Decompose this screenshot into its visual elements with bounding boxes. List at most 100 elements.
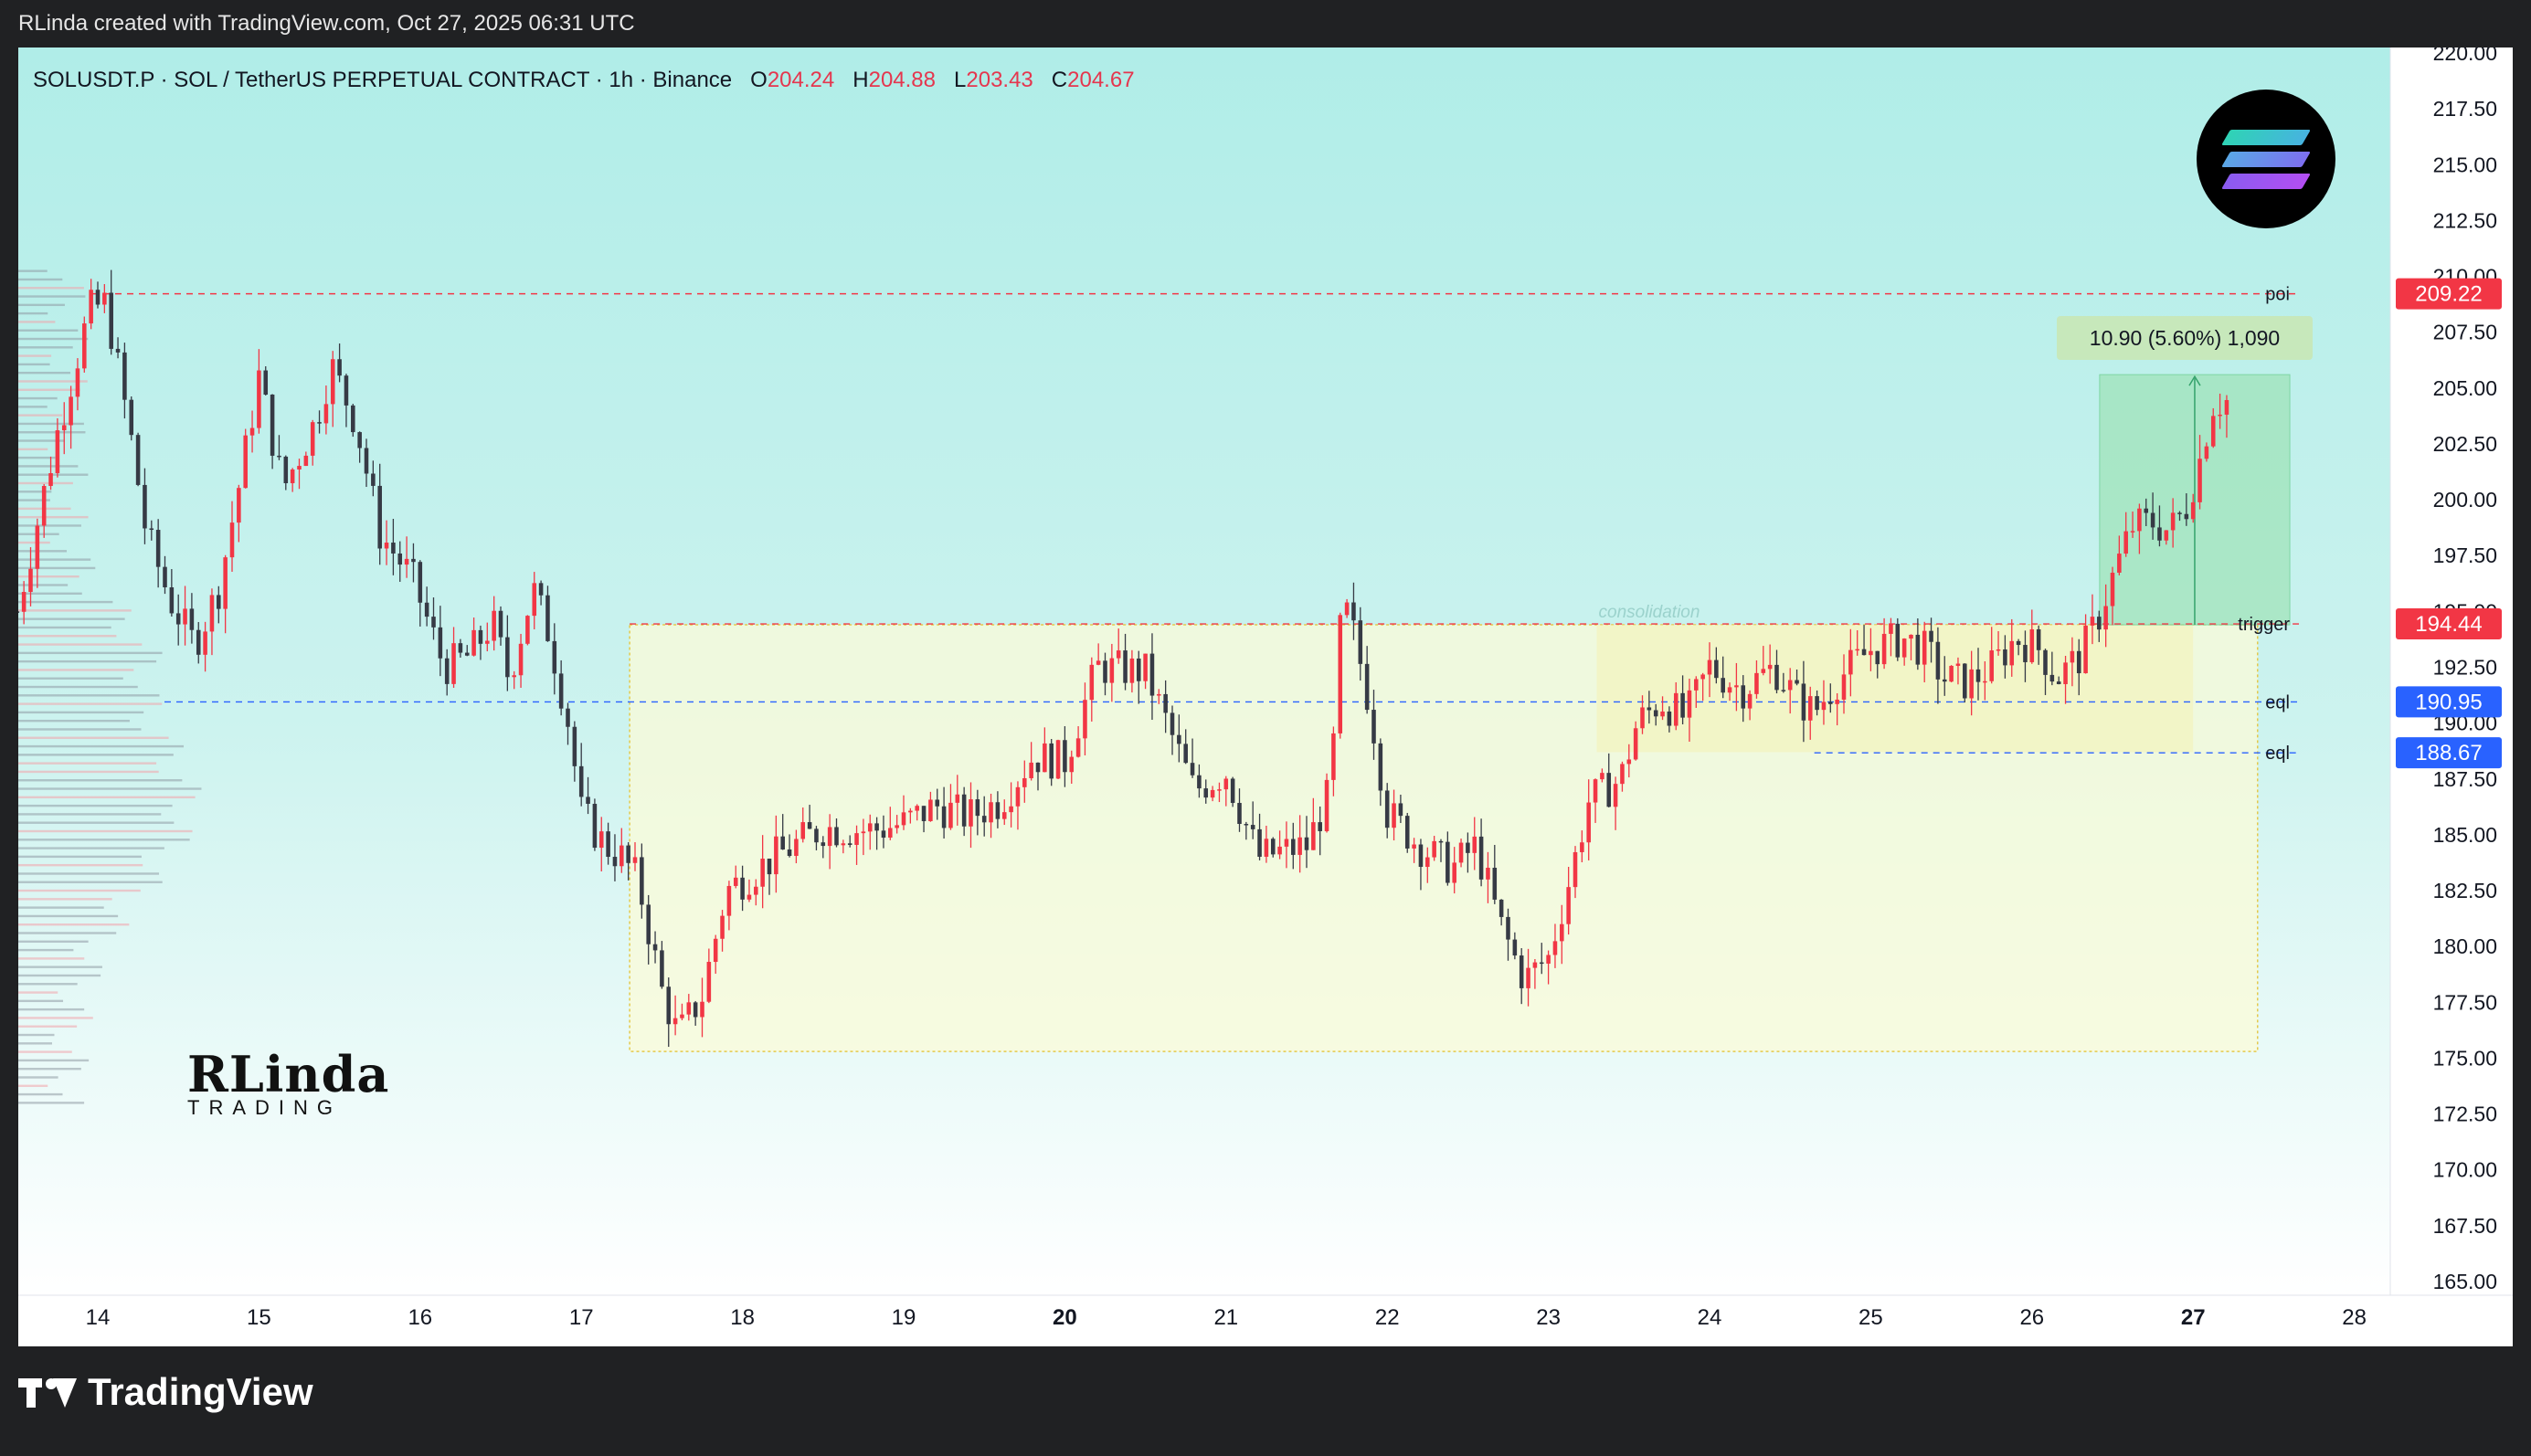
candle-body [424,602,429,617]
candle-body [1486,867,1490,880]
tradingview-mark-icon [18,1375,77,1409]
candle-body [1029,762,1033,778]
candle-body [915,806,919,811]
candle-body [95,290,101,305]
candle-body [337,359,342,376]
candle-body [754,886,758,895]
consolidation-zone-box[interactable] [1596,625,2194,753]
candle-body [391,543,396,554]
close-value: 204.67 [1067,68,1135,92]
candle-body [928,799,933,821]
candle-body [1989,650,1994,681]
candle-body [1560,923,1564,942]
volume-profile-bar [18,311,48,315]
volume-profile-bar [18,1033,55,1037]
price-tick-label: 217.50 [2433,97,2497,121]
candle-body [578,765,584,797]
candle-body [1432,840,1436,858]
candle-body [1942,679,1947,682]
candle-body [1089,664,1095,701]
candle-body [935,799,940,807]
candle-body [61,425,67,431]
candle-body [1526,967,1530,988]
price-tick-label: 197.50 [2433,543,2497,567]
candle-body [1384,790,1390,828]
candle-body [89,290,93,324]
volume-profile-bar [18,431,86,434]
candle-body [941,806,947,828]
candle-body [1297,837,1302,855]
candle-body [1889,623,1893,634]
volume-profile-bar [18,600,113,604]
candle-body [2137,508,2142,532]
candle-body [794,839,799,857]
candle-body [680,1014,684,1018]
candle-body [2170,512,2176,531]
candle-body [237,488,241,523]
candle-body [1466,842,1470,853]
candle-body [706,962,712,1002]
candle-body [1935,641,1941,680]
volume-profile-bar [18,626,111,629]
volume-profile-bar [18,1102,85,1104]
volume-profile-bar [18,694,160,697]
candle-body [277,455,281,458]
candle-body [1539,962,1544,965]
price-tick-label: 220.00 [2433,47,2497,65]
volume-profile-bar [18,813,162,816]
volume-profile-bar [18,354,52,357]
tradingview-logo[interactable]: TradingView [18,1370,313,1414]
candle-body [800,822,806,839]
candle-body [1613,784,1618,807]
candle-body [35,525,40,569]
candle-body [102,292,107,305]
header-credit: RLinda created with TradingView.com, Oct… [18,11,635,36]
volume-profile-bar [18,651,163,655]
candle-body [512,675,516,678]
candle-body [1136,658,1141,681]
candle-body [1694,679,1699,691]
volume-profile-bar [18,1008,85,1011]
candle-body [397,553,403,565]
volume-profile-bar [18,855,142,859]
candle-body [1848,649,1853,675]
volume-profile-bar [18,541,50,544]
candle-body [135,435,141,485]
candle-body [1626,759,1632,765]
candle-body [854,833,859,845]
candle-body [1358,620,1363,664]
candle-body [1633,728,1638,760]
level-tag-text-eql-1: 190.95 [2415,690,2482,714]
candle-body [1190,763,1195,775]
candle-body [169,587,175,614]
chart-area[interactable]: consolidation poi trigger eql eql 165.00 167.5… [18,47,2513,1346]
volume-profile-bar [18,829,193,833]
candle-body [1063,740,1067,773]
price-range-measure-label[interactable]: 10.90 (5.60%) 1,090 [2057,316,2313,360]
candle-body [163,566,167,588]
price-chart[interactable]: consolidation poi trigger eql eql 165.00 167.5… [18,47,2513,1346]
level-label-poi: poi [2265,285,2290,305]
time-axis-background[interactable] [18,1295,2513,1346]
candle-body [498,610,503,638]
volume-profile-bar [18,669,134,671]
candle-body [1909,634,1913,639]
candle-body [1680,692,1685,718]
candle-body [1022,777,1027,787]
level-label-eql-2: eql [2265,744,2290,764]
candle-body [1734,685,1739,688]
candle-body [1532,962,1538,968]
volume-profile-bar [18,719,130,723]
candle-body [740,877,745,900]
price-tick-label: 182.50 [2433,879,2497,902]
volume-profile-bar [18,796,196,799]
candle-body [1915,634,1921,665]
candle-body [545,595,550,641]
candle-body [344,375,349,406]
candle-body [1861,649,1867,656]
volume-profile-bar [18,821,175,824]
candle-body [1446,841,1450,883]
candle-body [1700,674,1705,680]
time-tick-label: 19 [892,1305,916,1330]
candle-body [814,828,819,843]
